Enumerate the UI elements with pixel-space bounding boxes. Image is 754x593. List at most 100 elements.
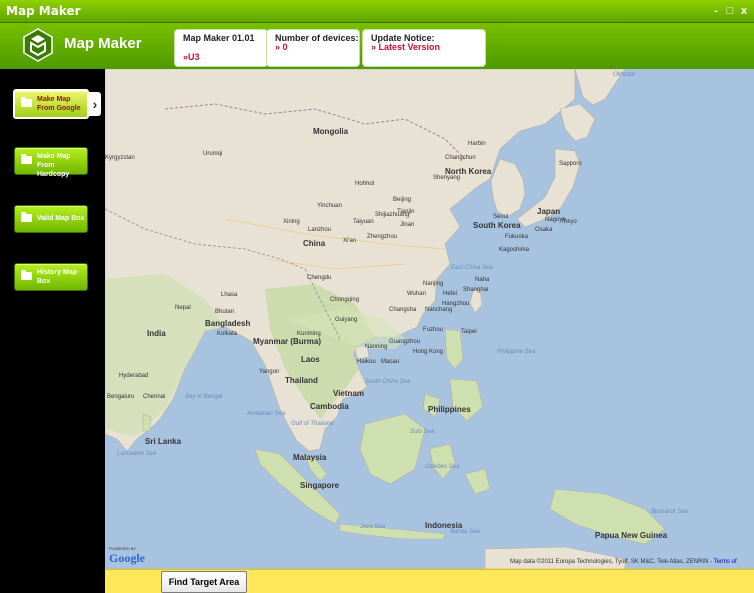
app-name: Map Maker bbox=[64, 35, 142, 52]
map-label-south-korea: South Korea bbox=[473, 221, 521, 230]
map-label-taiyuan: Taiyuan bbox=[353, 219, 374, 225]
map-label-nanning: Nanning bbox=[365, 344, 388, 350]
sidebar: Make Map From Google › Make Map From Har… bbox=[0, 69, 105, 592]
map-label-sapporo: Sapporo bbox=[559, 161, 582, 167]
map-label-nanjing: Nanjing bbox=[423, 281, 444, 287]
folder-icon bbox=[21, 97, 32, 107]
map-label-lanzhou: Lanzhou bbox=[308, 227, 332, 233]
history-map-box-button[interactable]: History Map Box bbox=[14, 263, 88, 291]
map-label-india: India bbox=[147, 329, 166, 338]
sidebar-item-label: History Map Box bbox=[37, 269, 78, 285]
version-info-box: Map Maker 01.01 »U3 bbox=[174, 29, 268, 67]
map-label-chennai: Chennai bbox=[143, 394, 166, 400]
terms-link[interactable]: Terms of bbox=[714, 559, 737, 565]
map-label-nepal: Nepal bbox=[175, 305, 191, 311]
map-label-bay-of-bengal: Bay of Bengal bbox=[185, 394, 223, 400]
map-label-singapore: Singapore bbox=[300, 481, 340, 490]
map-label-china: China bbox=[303, 239, 326, 248]
map-label-japan: Japan bbox=[537, 207, 561, 216]
window-controls: - □ x bbox=[710, 0, 754, 22]
map-label-kunming: Kunming bbox=[297, 331, 321, 337]
map-label-chengdu: Chengdu bbox=[307, 275, 332, 281]
window-title: Map Maker bbox=[6, 4, 81, 18]
map-label-guangzhou: Guangzhou bbox=[389, 339, 421, 345]
map-label-wuhan: Wuhan bbox=[407, 291, 426, 297]
map-label-south-china-sea: South China Sea bbox=[365, 379, 411, 385]
folder-icon bbox=[21, 154, 32, 164]
map-credit-text: Map data ©2011 Europa Technologies, Tyol… bbox=[510, 559, 714, 565]
map-label-cambodia: Cambodia bbox=[310, 402, 349, 411]
map-label-papua: Papua New Guinea bbox=[595, 531, 668, 540]
sidebar-item-label: Make Map From Google bbox=[37, 96, 81, 112]
map-label-zhengzhou: Zhengzhou bbox=[367, 234, 398, 240]
chevron-right-icon: › bbox=[89, 92, 101, 116]
map-label-malaysia: Malaysia bbox=[293, 453, 327, 462]
map-label-philippines: Philippines bbox=[428, 405, 471, 414]
map-label-kagoshima: Kagoshima bbox=[499, 247, 530, 253]
map-label-yangon: Yangon bbox=[259, 369, 280, 375]
map-label-sri-lanka: Sri Lanka bbox=[145, 437, 182, 446]
map-label-east-china-sea: East China Sea bbox=[451, 265, 493, 271]
map-label-vietnam: Vietnam bbox=[333, 389, 364, 398]
make-map-from-google-button[interactable]: Make Map From Google › bbox=[13, 89, 101, 119]
map-label-hyderabad: Hyderabad bbox=[119, 373, 149, 379]
map-label-philippine-sea: Philippine Sea bbox=[497, 349, 536, 355]
map-label-bangladesh: Bangladesh bbox=[205, 319, 251, 328]
map-label-fuzhou: Fuzhou bbox=[423, 327, 444, 333]
version-value: »U3 bbox=[183, 52, 200, 62]
map-label-osaka: Osaka bbox=[535, 227, 553, 233]
map-label-chongqing: Chongqing bbox=[330, 297, 360, 303]
map-label-mongolia: Mongolia bbox=[313, 127, 349, 136]
title-bar: Map Maker - □ x bbox=[0, 0, 754, 23]
map-label-jinan: Jinan bbox=[400, 222, 415, 228]
map-label-haikou: Haikou bbox=[357, 359, 376, 365]
valid-map-box-button[interactable]: Valid Map Box bbox=[14, 205, 88, 233]
map-label-changsha: Changsha bbox=[389, 307, 417, 313]
close-button[interactable]: x bbox=[738, 4, 750, 18]
map-label-macau: Macau bbox=[381, 359, 400, 365]
make-map-from-hardcopy-button[interactable]: Make Map From Hardcopy bbox=[14, 147, 88, 178]
map-label-harbin: Harbin bbox=[468, 141, 486, 147]
map-label-hohhot: Hohhot bbox=[355, 181, 375, 187]
map-label-bhutan: Bhutan bbox=[215, 309, 235, 315]
maximize-button[interactable]: □ bbox=[724, 4, 736, 18]
map-label-celebes-sea: Celebes Sea bbox=[425, 464, 460, 470]
map-label-kolkata: Kolkata bbox=[217, 331, 238, 337]
map-label-guiyang: Guiyang bbox=[335, 317, 358, 323]
map-label-thailand: Thailand bbox=[285, 376, 318, 385]
map-label-shijiazhuang: Shijiazhuang bbox=[375, 212, 410, 218]
map-label-okhotsk: Okhotsk bbox=[613, 72, 636, 78]
map-label-shenyang: Shenyang bbox=[433, 175, 461, 181]
version-label: Map Maker 01.01 bbox=[183, 33, 255, 43]
map-label-hefei: Hefei bbox=[443, 291, 458, 297]
map-label-banda-sea: Banda Sea bbox=[450, 529, 480, 535]
map-label-lhasa: Lhasa bbox=[221, 292, 238, 298]
folder-icon bbox=[21, 270, 32, 280]
devices-info-box: Number of devices: » 0 bbox=[266, 29, 360, 67]
find-target-area-button[interactable]: Find Target Area bbox=[161, 571, 247, 593]
map-label-sulu-sea: Sulu Sea bbox=[410, 429, 435, 435]
map-label-xian: Xi'an bbox=[343, 238, 357, 244]
map-label-yinchuan: Yinchuan bbox=[317, 203, 342, 209]
map-view[interactable]: Mongolia China India North Korea South K… bbox=[105, 69, 754, 569]
map-label-andaman-sea: Andaman Sea bbox=[247, 411, 286, 417]
sidebar-item-label: Make Map From Hardcopy bbox=[37, 153, 71, 178]
map-label-fukuoka: Fukuoka bbox=[505, 234, 529, 240]
minimize-button[interactable]: - bbox=[710, 4, 722, 18]
folder-icon bbox=[21, 212, 32, 222]
bottom-bar: Find Target Area bbox=[105, 569, 754, 593]
map-label-seoul: Seoul bbox=[493, 214, 509, 220]
map-label-nanchang: Nanchang bbox=[425, 307, 453, 313]
update-value: » Latest Version bbox=[371, 42, 441, 52]
update-notice-box: Update Notice: » Latest Version bbox=[362, 29, 486, 67]
map-label-myanmar: Myanmar (Burma) bbox=[253, 337, 322, 346]
map-label-bengaluru: Bengaluru bbox=[107, 394, 135, 400]
map-label-hongkong: Hong Kong bbox=[413, 349, 444, 355]
google-logo: Google bbox=[109, 551, 145, 565]
map-label-nagoya: Nagoya bbox=[545, 217, 566, 223]
app-logo-icon bbox=[23, 28, 53, 62]
app-header: Map Maker Map Maker 01.01 »U3 Number of … bbox=[0, 23, 754, 69]
map-label-taipei: Taipei bbox=[461, 329, 477, 335]
map-label-bismarck-sea: Bismarck Sea bbox=[651, 509, 689, 515]
map-label-xining: Xining bbox=[283, 219, 300, 225]
